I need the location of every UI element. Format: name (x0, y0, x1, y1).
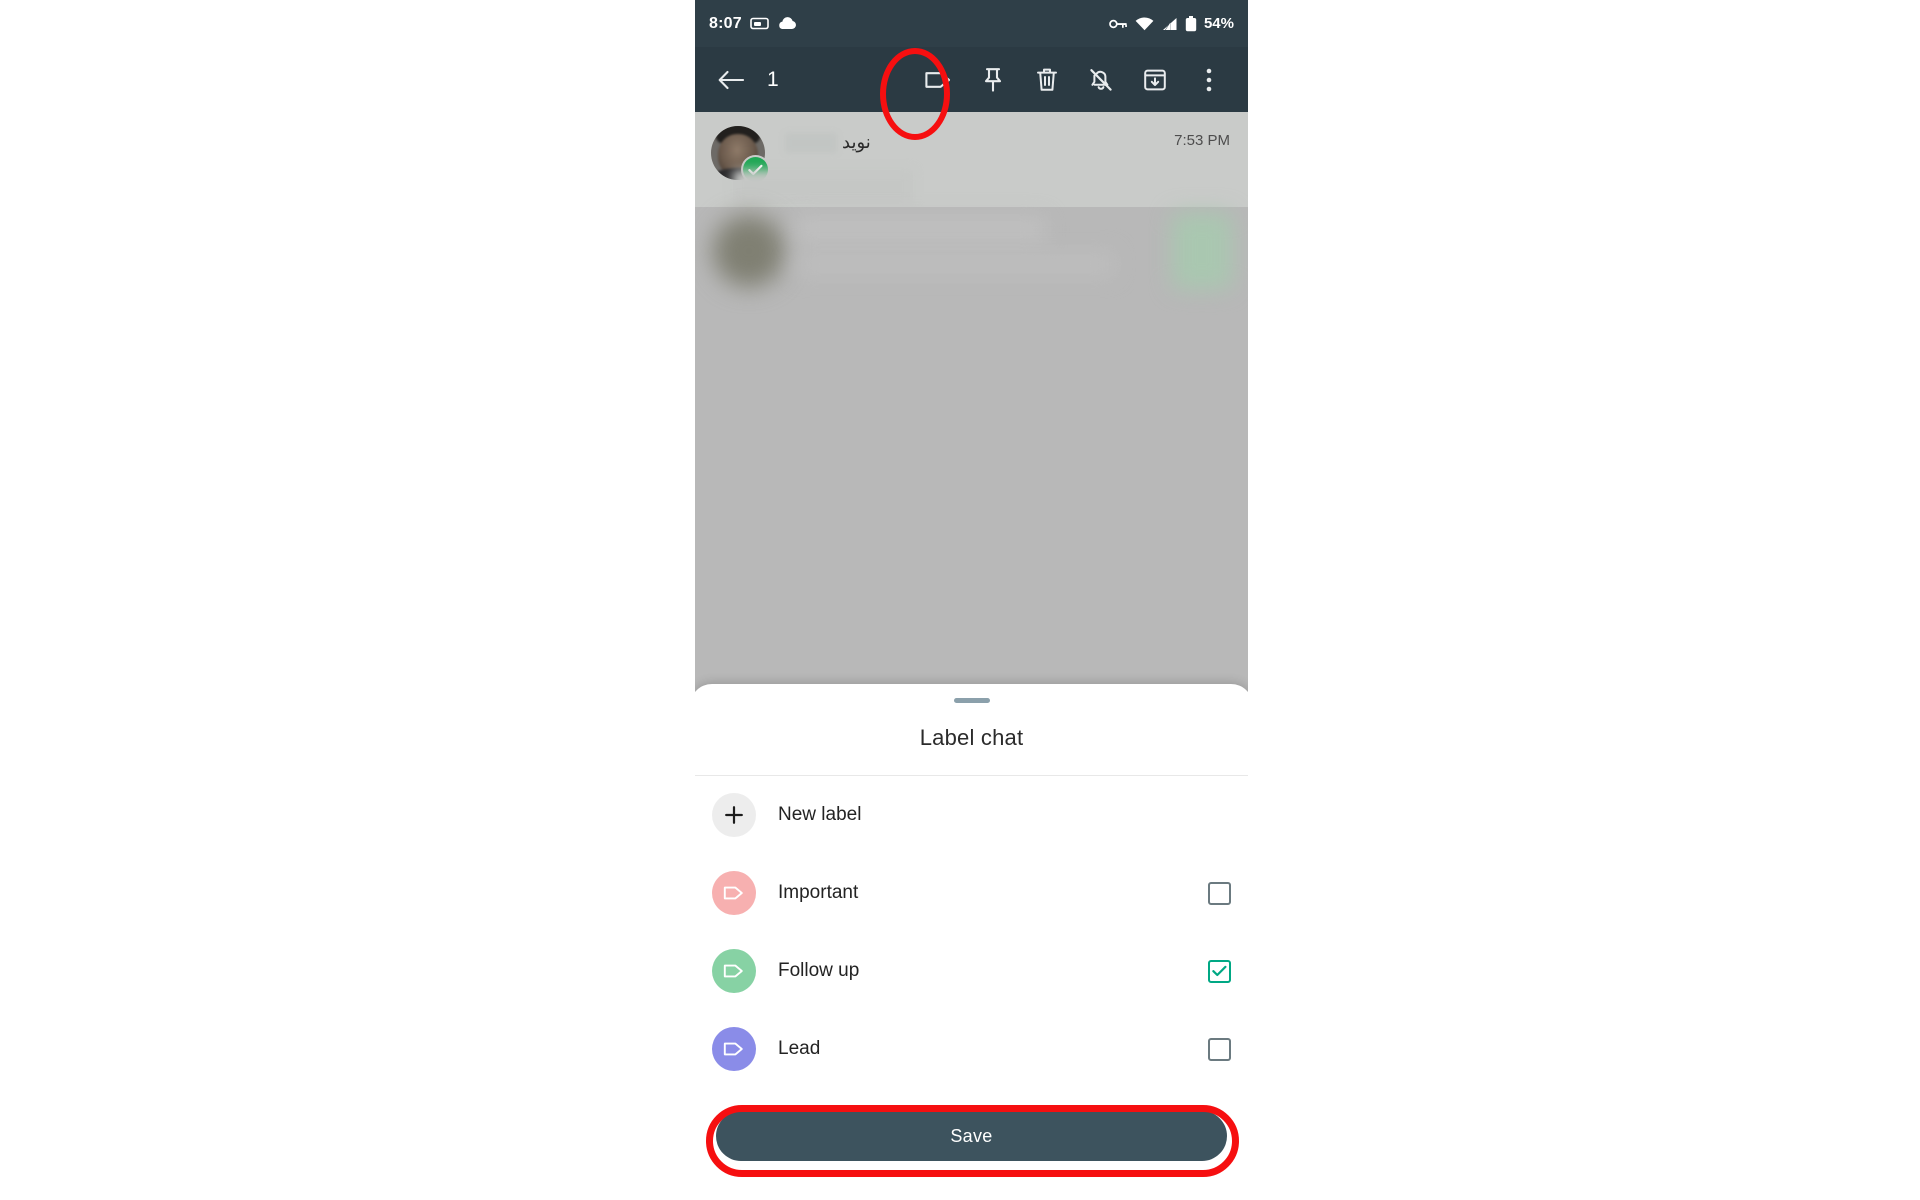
wifi-icon (1135, 16, 1154, 31)
new-label-row[interactable]: New label (695, 776, 1248, 854)
label-tag-icon-important (712, 871, 756, 915)
pin-chat-button[interactable] (966, 53, 1020, 107)
blurred-chat-content (695, 207, 1248, 692)
label-row-follow-up[interactable]: Follow up (695, 932, 1248, 1010)
save-button-container: Save (695, 1111, 1248, 1161)
label-chat-button[interactable] (912, 53, 966, 107)
key-icon (1109, 18, 1128, 30)
label-checkbox-follow-up[interactable] (1208, 959, 1231, 983)
label-row-lead[interactable]: Lead (695, 1010, 1248, 1088)
phone-screen: 8:07 54% 1 نوید 7:53 PM Label chat New l… (695, 0, 1248, 1200)
delete-chat-button[interactable] (1020, 53, 1074, 107)
label-chat-bottom-sheet: Label chat New label Important Follow up… (695, 684, 1248, 1200)
mute-chat-button[interactable] (1074, 53, 1128, 107)
plus-icon (712, 793, 756, 837)
sheet-title: Label chat (919, 725, 1024, 750)
battery-percent: 54% (1203, 15, 1234, 32)
signal-icon (1161, 17, 1178, 31)
label-text-follow-up: Follow up (778, 960, 860, 981)
label-row-important[interactable]: Important (695, 854, 1248, 932)
label-tag-icon-follow-up (712, 949, 756, 993)
status-bar-left: 8:07 (709, 15, 797, 33)
more-options-button[interactable] (1182, 53, 1236, 107)
status-bar-right: 54% (1109, 15, 1234, 32)
battery-icon (1185, 15, 1197, 32)
screenshot-root: 8:07 54% 1 نوید 7:53 PM Label chat New l… (0, 0, 1920, 1200)
label-checkbox-lead[interactable] (1208, 1037, 1231, 1061)
sheet-drag-handle[interactable] (953, 698, 990, 703)
redacted-name-block (785, 133, 837, 154)
selected-count: 1 (767, 67, 779, 91)
message-timestamp: 7:53 PM (1174, 132, 1230, 149)
label-checkbox-important[interactable] (1208, 881, 1231, 905)
selection-action-bar: 1 (695, 47, 1248, 112)
redacted-message-preview (733, 170, 913, 204)
blurred-unread-badge (1172, 213, 1232, 289)
blurred-avatar-blob (713, 215, 785, 287)
label-text-lead: Lead (778, 1038, 821, 1059)
label-tag-icon-lead (712, 1027, 756, 1071)
back-button[interactable] (707, 69, 755, 91)
blurred-text-line-1 (795, 217, 1045, 243)
sim-card-icon (750, 17, 769, 30)
new-label-text: New label (778, 804, 862, 825)
cloud-icon (777, 17, 797, 30)
archive-chat-button[interactable] (1128, 53, 1182, 107)
save-button[interactable]: Save (716, 1111, 1227, 1161)
label-text-important: Important (778, 882, 859, 903)
status-bar-clock: 8:07 (709, 14, 742, 32)
contact-name-text: نوید (842, 132, 871, 152)
status-bar: 8:07 54% (695, 0, 1248, 47)
selected-chat-row[interactable]: نوید 7:53 PM (695, 112, 1248, 207)
chat-list-area: نوید 7:53 PM (695, 112, 1248, 692)
blurred-text-line-2 (795, 251, 1115, 277)
contact-name: نوید (779, 132, 871, 154)
